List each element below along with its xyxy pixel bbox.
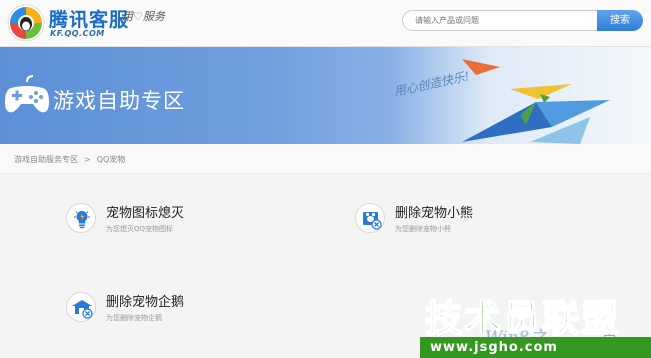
service-item-delete-bear[interactable]: 删除宠物小熊 为您删除宠物小熊 [355, 203, 585, 249]
delete-bear-icon[interactable] [355, 203, 385, 233]
breadcrumb-current: QQ宠物 [96, 155, 126, 164]
delete-penguin-icon[interactable] [66, 292, 96, 322]
heart-icon: ♡ [133, 10, 143, 23]
site-watermark: 技术员联盟 Win8之 家 www.jsgho.com [420, 282, 651, 358]
search-button[interactable]: 搜索 [597, 10, 643, 31]
breadcrumb-parent-link[interactable]: 游戏自助服务专区 [14, 155, 78, 164]
service-desc: 为您熄灭QQ宠物图标 [106, 225, 174, 233]
tencent-service-logo-icon[interactable] [6, 3, 46, 43]
service-name[interactable]: 删除宠物企鹅 [106, 291, 184, 310]
gamepad-icon [5, 75, 49, 113]
banner: 游戏自助专区 用心创造快乐! [0, 47, 651, 144]
lightbulb-icon[interactable] [66, 203, 96, 233]
service-name[interactable]: 宠物图标熄灭 [106, 202, 184, 221]
service-name[interactable]: 删除宠物小熊 [395, 202, 473, 221]
decorative-triangles-icon [462, 59, 610, 144]
breadcrumb-bar: 游戏自助服务专区 > QQ宠物 [0, 144, 651, 174]
slogan-right: 服务 [142, 10, 165, 23]
slogan-left: 用 [122, 10, 133, 23]
search-input[interactable] [402, 10, 598, 31]
brand-url: KF.QQ.COM [50, 29, 105, 38]
service-item-delete-penguin[interactable]: 删除宠物企鹅 为您删除宠物企鹅 [66, 292, 296, 338]
breadcrumb: 游戏自助服务专区 > QQ宠物 [14, 154, 125, 165]
services-panel: 宠物图标熄灭 为您熄灭QQ宠物图标 删除宠物小熊 为您删除宠物小熊 删除宠物企鹅… [0, 175, 651, 358]
banner-title: 游戏自助专区 [53, 89, 185, 113]
site-header: 腾讯客服 KF.QQ.COM 用♡服务 搜索 [0, 0, 651, 47]
brand-name[interactable]: 腾讯客服 [49, 5, 129, 32]
service-desc: 为您删除宠物小熊 [395, 225, 451, 233]
breadcrumb-separator: > [84, 155, 91, 164]
header-slogan: 用♡服务 [122, 8, 165, 24]
watermark-url: www.jsgho.com [420, 337, 651, 358]
service-item-icon-off[interactable]: 宠物图标熄灭 为您熄灭QQ宠物图标 [66, 203, 296, 249]
service-desc: 为您删除宠物企鹅 [106, 314, 162, 322]
